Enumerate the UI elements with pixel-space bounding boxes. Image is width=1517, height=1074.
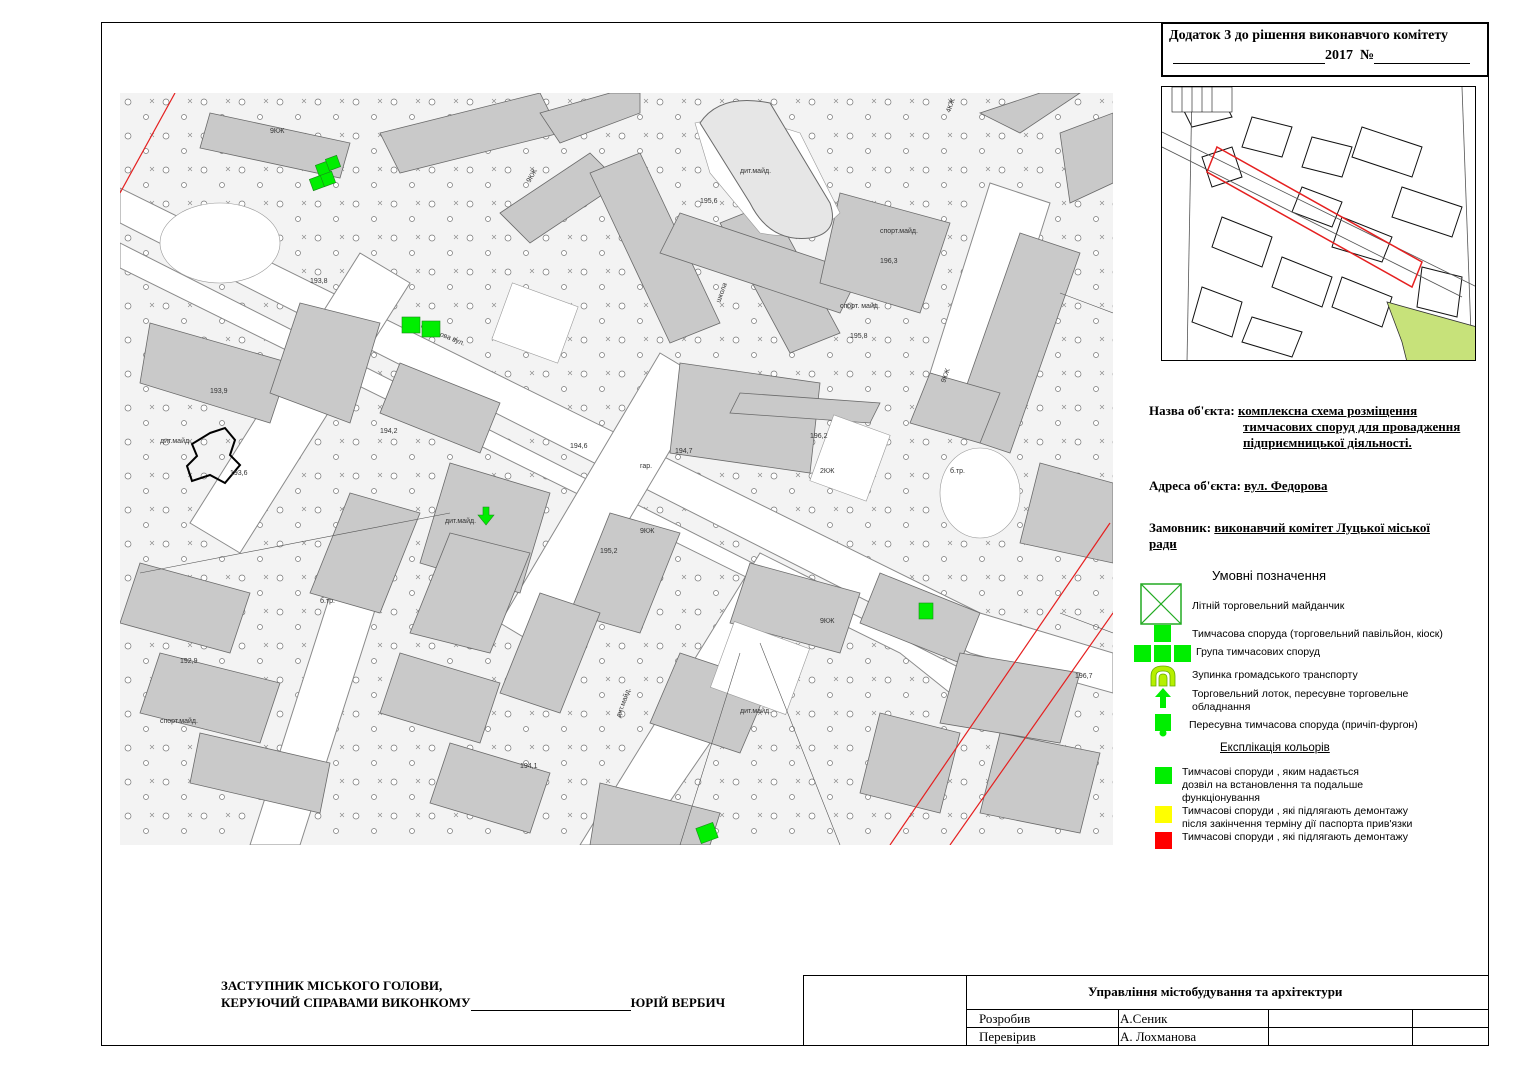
- svg-text:194,6: 194,6: [570, 443, 588, 450]
- legend-item-label: Торговельний лоток, пересувне торговельн…: [1192, 688, 1409, 713]
- svg-text:9КЖ: 9КЖ: [640, 528, 655, 535]
- object-client-block: Замовник: виконавчий комітет Луцької міс…: [1149, 520, 1430, 536]
- kiosk-icon: [1154, 625, 1171, 642]
- svg-text:спорт.майд.: спорт.майд.: [880, 227, 918, 235]
- svg-text:196,7: 196,7: [1075, 673, 1093, 680]
- color-legend-label: Тимчасові споруди , які підлягають демон…: [1182, 831, 1409, 843]
- legend-item-label: Тимчасова споруда (торговельний павільйо…: [1192, 628, 1443, 640]
- stall-arrow-icon: [1155, 688, 1171, 708]
- object-client-value-2: ради: [1149, 536, 1177, 551]
- svg-text:195,8: 195,8: [850, 333, 868, 340]
- object-client-value-1: виконавчий комітет Луцької міської: [1214, 520, 1430, 535]
- site-map[interactable]: 9КЖ 9КЖ школа дит.майд. спорт.майд. спор…: [120, 93, 1113, 845]
- svg-text:196,2: 196,2: [810, 433, 828, 440]
- summer-terrace-icon: [1140, 583, 1182, 625]
- svg-text:193,8: 193,8: [310, 278, 328, 285]
- svg-text:2КЖ: 2КЖ: [820, 468, 835, 475]
- svg-text:спорт.майд.: спорт.майд.: [160, 717, 198, 725]
- title-stamp: Управління містобудування та архітектури…: [803, 975, 1489, 1046]
- annex-title-box: Додаток 3 до рішення виконавчого комітет…: [1161, 22, 1489, 77]
- svg-text:дит.майд.: дит.майд.: [740, 707, 771, 715]
- legend-item-label: Пересувна тимчасова споруда (причіп-фург…: [1189, 719, 1418, 731]
- object-address-label: Адреса об'єкта:: [1149, 478, 1241, 493]
- svg-text:б.тр.: б.тр.: [320, 597, 335, 605]
- object-name-value-1: комплексна схема розміщення: [1237, 403, 1418, 418]
- annex-date-blank: [1173, 49, 1325, 64]
- color-swatch-yellow: [1155, 806, 1172, 823]
- svg-text:б.тр.: б.тр.: [950, 467, 965, 475]
- object-name-block: Назва об'єкта: комплексна схема розміщен…: [1149, 403, 1417, 419]
- kiosk-marker: [401, 316, 421, 334]
- object-name-label: Назва об'єкта:: [1149, 403, 1235, 418]
- stamp-organization: Управління містобудування та архітектури: [1088, 984, 1343, 999]
- color-swatch-green: [1155, 767, 1172, 784]
- signature-title-2: КЕРУЮЧИЙ СПРАВАМИ ВИКОНКОМУ ЮРІЙ ВЕРБИЧ: [221, 995, 726, 1011]
- annex-line-1: Додаток 3 до рішення виконавчого комітет…: [1169, 28, 1449, 43]
- color-swatch-red: [1155, 832, 1172, 849]
- svg-text:192,9: 192,9: [180, 658, 198, 665]
- svg-text:193,9: 193,9: [210, 388, 228, 395]
- svg-text:194,1: 194,1: [520, 763, 538, 770]
- svg-text:194,7: 194,7: [675, 448, 693, 455]
- object-address-value: вул. Федорова: [1244, 478, 1328, 493]
- trailer-marker: [918, 602, 934, 620]
- annex-year: 2017: [1325, 48, 1353, 63]
- minimap-drawing: [1162, 87, 1475, 360]
- stamp-developed-name: А.Сеник: [1120, 1011, 1168, 1026]
- object-name-value-2: тимчасових споруд для провадження: [1243, 419, 1461, 434]
- kiosk-group-icon: [1134, 645, 1191, 662]
- legend-item-label: Зупинка громадського транспорту: [1192, 669, 1358, 681]
- annex-number-sign: №: [1360, 48, 1375, 63]
- color-legend-label: Тимчасові споруди , які підлягають демон…: [1182, 805, 1413, 830]
- svg-text:дит.майд.: дит.майд.: [160, 437, 191, 445]
- object-address-block: Адреса об'єкта: вул. Федорова: [1149, 478, 1327, 494]
- color-legend-label: Тимчасові споруди , яким надається дозві…: [1182, 766, 1364, 804]
- svg-text:194,2: 194,2: [380, 428, 398, 435]
- map-label: 9КЖ: [270, 128, 285, 135]
- svg-text:195,6: 195,6: [700, 198, 718, 205]
- site-map-drawing: 9КЖ 9КЖ школа дит.майд. спорт.майд. спор…: [120, 93, 1113, 845]
- stamp-checked-label: Перевірив: [979, 1029, 1036, 1044]
- svg-text:196,3: 196,3: [880, 258, 898, 265]
- signature-title-1: ЗАСТУПНИК МІСЬКОГО ГОЛОВИ,: [221, 978, 443, 993]
- svg-text:193,6: 193,6: [230, 470, 248, 477]
- object-client-label: Замовник:: [1149, 520, 1212, 535]
- svg-text:9КЖ: 9КЖ: [820, 618, 835, 625]
- stamp-developed-label: Розробив: [979, 1011, 1031, 1026]
- kiosk-marker: [421, 320, 441, 338]
- trailer-icon: [1155, 714, 1171, 737]
- signature-name: ЮРІЙ ВЕРБИЧ: [630, 995, 726, 1010]
- svg-text:спорт. майд.: спорт. майд.: [840, 302, 880, 310]
- legend-title: Умовні позначення: [1212, 568, 1327, 583]
- annex-line-2: 2017 №: [1173, 48, 1471, 64]
- signature-blank: [470, 997, 631, 1011]
- color-legend-title: Експлікація кольорів: [1220, 742, 1330, 754]
- svg-text:гар.: гар.: [640, 463, 652, 470]
- object-name-value-3: підприємницької діяльності.: [1243, 435, 1412, 450]
- annex-number-blank: [1374, 49, 1471, 64]
- bus-stop-icon: [1150, 665, 1176, 687]
- stamp-checked-name: А. Лохманова: [1120, 1029, 1197, 1044]
- legend-item-label: Літній торговельний майданчик: [1192, 600, 1345, 612]
- svg-text:195,2: 195,2: [600, 548, 618, 555]
- svg-text:дит.майд.: дит.майд.: [445, 517, 476, 525]
- svg-text:дит.майд.: дит.майд.: [740, 167, 771, 175]
- location-minimap[interactable]: [1161, 86, 1476, 361]
- legend-item-label: Група тимчасових споруд: [1196, 646, 1321, 658]
